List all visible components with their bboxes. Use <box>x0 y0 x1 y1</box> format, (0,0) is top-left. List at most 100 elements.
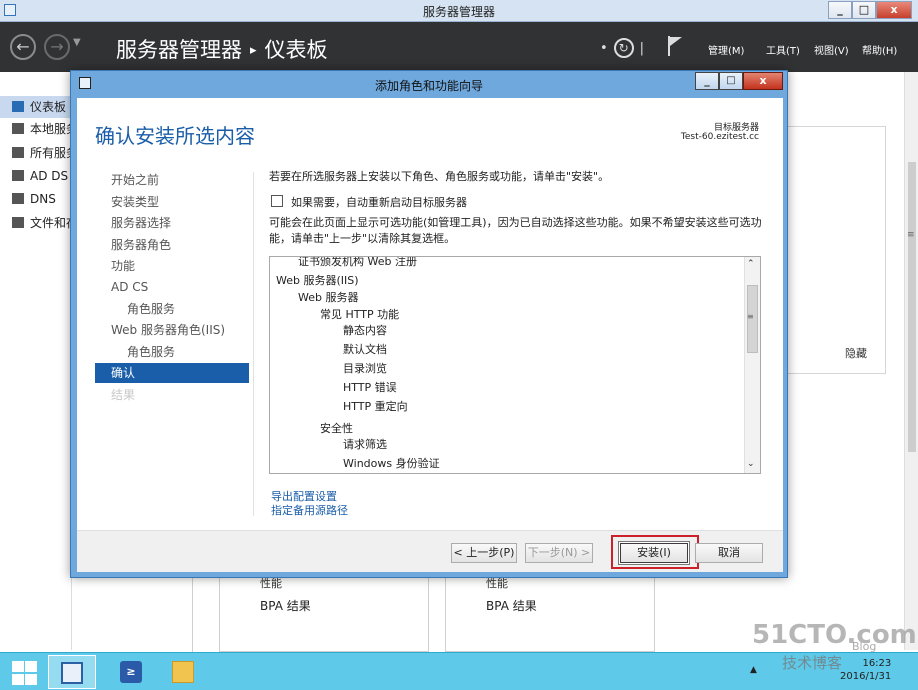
refresh-area: • ↻ | <box>600 38 644 58</box>
scrollbar-grip-icon: ≡ <box>747 312 754 321</box>
step-ad-cs-role-services[interactable]: 角色服务 <box>95 299 249 319</box>
selection-list[interactable]: 证书颁发机构 Web 注册 Web 服务器(IIS) Web 服务器 常见 HT… <box>269 256 761 474</box>
forward-arrow-icon[interactable]: → <box>44 34 70 60</box>
background-panel: 隐藏 <box>786 126 886 374</box>
step-confirmation[interactable]: 确认 <box>95 363 249 383</box>
ad-ds-icon <box>12 170 24 181</box>
background-scrollbar[interactable]: ≡ <box>904 72 918 650</box>
next-button: 下一步(N) > <box>525 543 593 563</box>
refresh-dropdown-icon[interactable]: • <box>600 41 608 56</box>
powershell-icon: ≥ <box>120 661 142 683</box>
step-results: 结果 <box>111 388 136 402</box>
step-web-server-role[interactable]: Web 服务器角色(IIS) <box>95 320 249 340</box>
outer-maximize-button[interactable]: □ <box>852 1 876 19</box>
restart-checkbox[interactable] <box>271 195 283 207</box>
list-item: HTTP 重定向 <box>343 400 408 413</box>
tile-bpa-label[interactable]: BPA 结果 <box>486 597 537 614</box>
hide-link[interactable]: 隐藏 <box>845 345 867 361</box>
steps-divider <box>253 172 254 516</box>
file-explorer-icon <box>172 661 194 683</box>
list-scrollbar[interactable]: ⌃ ≡ ⌄ <box>744 257 760 473</box>
alternate-source-link[interactable]: 指定备用源路径 <box>271 502 348 518</box>
servers-icon <box>12 147 24 158</box>
dns-icon <box>12 193 24 204</box>
sidebar-item-label: AD DS <box>30 169 69 183</box>
sidebar-item-all-servers[interactable]: 所有服务器 <box>0 142 72 164</box>
outer-minimize-button[interactable]: _ <box>828 1 852 19</box>
list-item: 静态内容 <box>343 324 387 337</box>
taskbar-powershell[interactable]: ≥ <box>110 655 150 689</box>
sidebar-item-dashboard[interactable]: 仪表板 <box>0 96 72 118</box>
breadcrumb-separator: ▸ <box>250 43 257 58</box>
install-button[interactable]: 安装(I) <box>620 543 688 563</box>
clock-date: 2016/1/31 <box>840 671 892 682</box>
clock[interactable]: 16:23 2016/1/31 <box>840 657 891 683</box>
sidebar: 仪表板 本地服务器 所有服务器 AD DS DNS 文件和存储服务 <box>0 72 72 650</box>
dialog-minimize-button[interactable]: _ <box>695 72 719 90</box>
outer-close-button[interactable]: x <box>876 1 912 19</box>
outer-title-bar: 服务器管理器 _ □ x <box>0 0 918 22</box>
step-server-roles[interactable]: 服务器角色 <box>95 235 249 255</box>
breadcrumb-current: 仪表板 <box>264 38 328 62</box>
dialog-title: 添加角色和功能向导 <box>374 79 483 93</box>
scroll-up-icon[interactable]: ⌃ <box>747 259 755 269</box>
history-dropdown-icon[interactable]: ▼ <box>73 37 81 48</box>
taskbar-file-explorer[interactable] <box>162 655 202 689</box>
toolbar-divider: | <box>639 41 645 56</box>
instruction-text: 若要在所选服务器上安装以下角色、角色服务或功能，请单击"安装"。 <box>269 170 610 183</box>
step-server-selection[interactable]: 服务器选择 <box>95 213 249 233</box>
list-item: Windows 身份验证 <box>343 457 440 470</box>
menu-manage[interactable]: 管理(M) <box>708 42 744 57</box>
sidebar-item-label: DNS <box>30 192 56 206</box>
sidebar-item-label: 文件和存储服务 <box>30 216 72 230</box>
sidebar-item-label: 所有服务器 <box>30 146 72 160</box>
step-installation-type[interactable]: 安装类型 <box>95 192 249 212</box>
breadcrumb-root[interactable]: 服务器管理器 <box>116 38 242 62</box>
sidebar-item-dns[interactable]: DNS <box>0 188 72 210</box>
back-arrow-icon[interactable]: ← <box>10 34 36 60</box>
step-ad-cs[interactable]: AD CS <box>95 277 249 297</box>
list-item: 证书颁发机构 Web 注册 <box>298 256 417 268</box>
cancel-button[interactable]: 取消 <box>695 543 763 563</box>
list-item: Web 服务器 <box>298 291 359 304</box>
page-title: 确认安装所选内容 <box>95 124 255 148</box>
list-item: 常见 HTTP 功能 <box>320 308 400 321</box>
dialog-body: 确认安装所选内容 目标服务器 Test-60.ezitest.cc 开始之前 安… <box>77 98 783 572</box>
previous-button[interactable]: < 上一步(P) <box>451 543 517 563</box>
sidebar-item-ad-ds[interactable]: AD DS <box>0 165 72 187</box>
destination-server-name: Test-60.ezitest.cc <box>680 132 759 142</box>
optional-features-note: 可能会在此页面上显示可选功能(如管理工具)，因为已自动选择这些功能。如果不希望安… <box>269 216 762 229</box>
taskbar-server-manager[interactable] <box>48 655 96 689</box>
dialog-title-bar[interactable]: 添加角色和功能向导 _ □ x <box>71 71 787 97</box>
sidebar-item-local-server[interactable]: 本地服务器 <box>0 118 72 140</box>
optional-features-note-cont: 能，请单击"上一步"以清除其复选框。 <box>269 232 456 245</box>
step-before-you-begin[interactable]: 开始之前 <box>95 170 249 190</box>
list-item: 默认文档 <box>343 343 387 356</box>
menu-view[interactable]: 视图(V) <box>814 42 849 57</box>
dashboard-icon <box>12 101 24 112</box>
add-roles-wizard-dialog: 添加角色和功能向导 _ □ x 确认安装所选内容 目标服务器 Test-60.e… <box>70 70 788 578</box>
sidebar-item-file-storage[interactable]: 文件和存储服务 <box>0 212 72 234</box>
menu-tools[interactable]: 工具(T) <box>766 42 800 57</box>
flag-icon[interactable] <box>668 36 684 56</box>
tile-bpa-label[interactable]: BPA 结果 <box>260 597 311 614</box>
restart-checkbox-label[interactable]: 如果需要，自动重新启动目标服务器 <box>291 194 467 210</box>
dialog-footer: < 上一步(P) 下一步(N) > 安装(I) 取消 <box>77 530 783 572</box>
scroll-down-icon[interactable]: ⌄ <box>747 459 755 469</box>
dialog-maximize-button[interactable]: □ <box>719 72 743 90</box>
outer-window-title: 服务器管理器 <box>422 5 495 19</box>
scrollbar-thumb[interactable] <box>908 162 916 452</box>
scrollbar-grip-icon: ≡ <box>907 230 915 240</box>
tray-expand-icon[interactable]: ▲ <box>750 665 757 675</box>
list-item: 目录浏览 <box>343 362 387 375</box>
clock-time: 16:23 <box>862 658 892 669</box>
step-iis-role-services[interactable]: 角色服务 <box>95 342 249 362</box>
step-features[interactable]: 功能 <box>95 256 249 276</box>
start-icon[interactable] <box>8 655 38 689</box>
refresh-icon[interactable]: ↻ <box>613 38 634 58</box>
list-item: 请求筛选 <box>343 438 387 451</box>
sidebar-item-label: 本地服务器 <box>30 122 72 136</box>
menu-help[interactable]: 帮助(H) <box>862 42 897 57</box>
server-icon <box>12 123 24 134</box>
dialog-close-button[interactable]: x <box>743 72 783 90</box>
